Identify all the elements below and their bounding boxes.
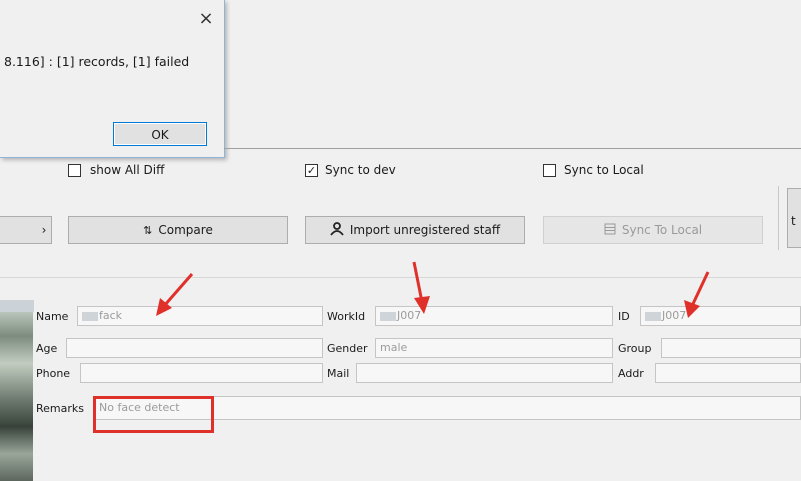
id-label: ID (618, 310, 630, 323)
name-field[interactable]: fack (77, 306, 323, 326)
gender-label: Gender (327, 342, 368, 355)
sync-to-local-label: Sync to Local (564, 163, 644, 177)
addr-label: Addr (618, 367, 644, 380)
age-label: Age (36, 342, 58, 355)
mail-field[interactable] (356, 363, 613, 383)
divider (224, 148, 801, 149)
sync-to-local-checkbox[interactable] (543, 164, 556, 177)
group-field[interactable] (661, 338, 801, 358)
workid-label: WorkId (327, 310, 366, 323)
checkmark-icon: ✓ (306, 164, 317, 177)
import-unregistered-staff-button[interactable]: Import unregistered staff (305, 216, 525, 244)
sync-local-label: Sync To Local (621, 223, 703, 237)
dialog-message: 8.116] : [1] records, [1] failed (4, 54, 190, 69)
phone-field[interactable] (80, 363, 323, 383)
edge-label: t (791, 214, 796, 228)
remarks-label: Remarks (36, 402, 84, 415)
compare-button[interactable]: ⇅ Compare (68, 216, 288, 244)
sync-to-local-button[interactable]: Sync To Local (543, 216, 763, 244)
photo-header (0, 300, 34, 312)
annotation-arrow-icon (684, 271, 710, 318)
edge-button[interactable]: t (787, 188, 801, 248)
compare-icon: ⇅ (143, 223, 153, 237)
show-all-diff-label: show All Diff (90, 163, 165, 177)
ok-button[interactable]: OK (113, 122, 207, 146)
sync-to-dev-checkbox[interactable]: ✓ (305, 164, 318, 177)
person-icon (330, 221, 344, 239)
age-field[interactable] (66, 338, 323, 358)
phone-label: Phone (36, 367, 71, 380)
partial-button[interactable]: › (0, 216, 52, 244)
show-all-diff-checkbox[interactable] (68, 164, 81, 177)
annotation-arrow-icon (156, 273, 194, 316)
sync-to-dev-label: Sync to dev (325, 163, 396, 177)
redaction (645, 311, 661, 321)
annotation-arrow-icon (412, 261, 430, 314)
addr-field[interactable] (655, 363, 801, 383)
database-icon (604, 223, 616, 238)
compare-label: Compare (158, 223, 213, 237)
result-dialog: × 8.116] : [1] records, [1] failed OK (0, 0, 225, 158)
close-icon[interactable]: × (196, 10, 216, 30)
redaction (82, 311, 98, 321)
toolbar-divider (778, 186, 779, 250)
name-label: Name (36, 310, 69, 323)
staff-photo (0, 300, 33, 481)
group-label: Group (618, 342, 652, 355)
highlight-box (93, 396, 214, 433)
import-label: Import unregistered staff (349, 223, 501, 237)
mail-label: Mail (327, 367, 350, 380)
gender-field[interactable]: male (375, 338, 613, 358)
name-value: fack (99, 309, 123, 322)
redaction (380, 311, 396, 321)
